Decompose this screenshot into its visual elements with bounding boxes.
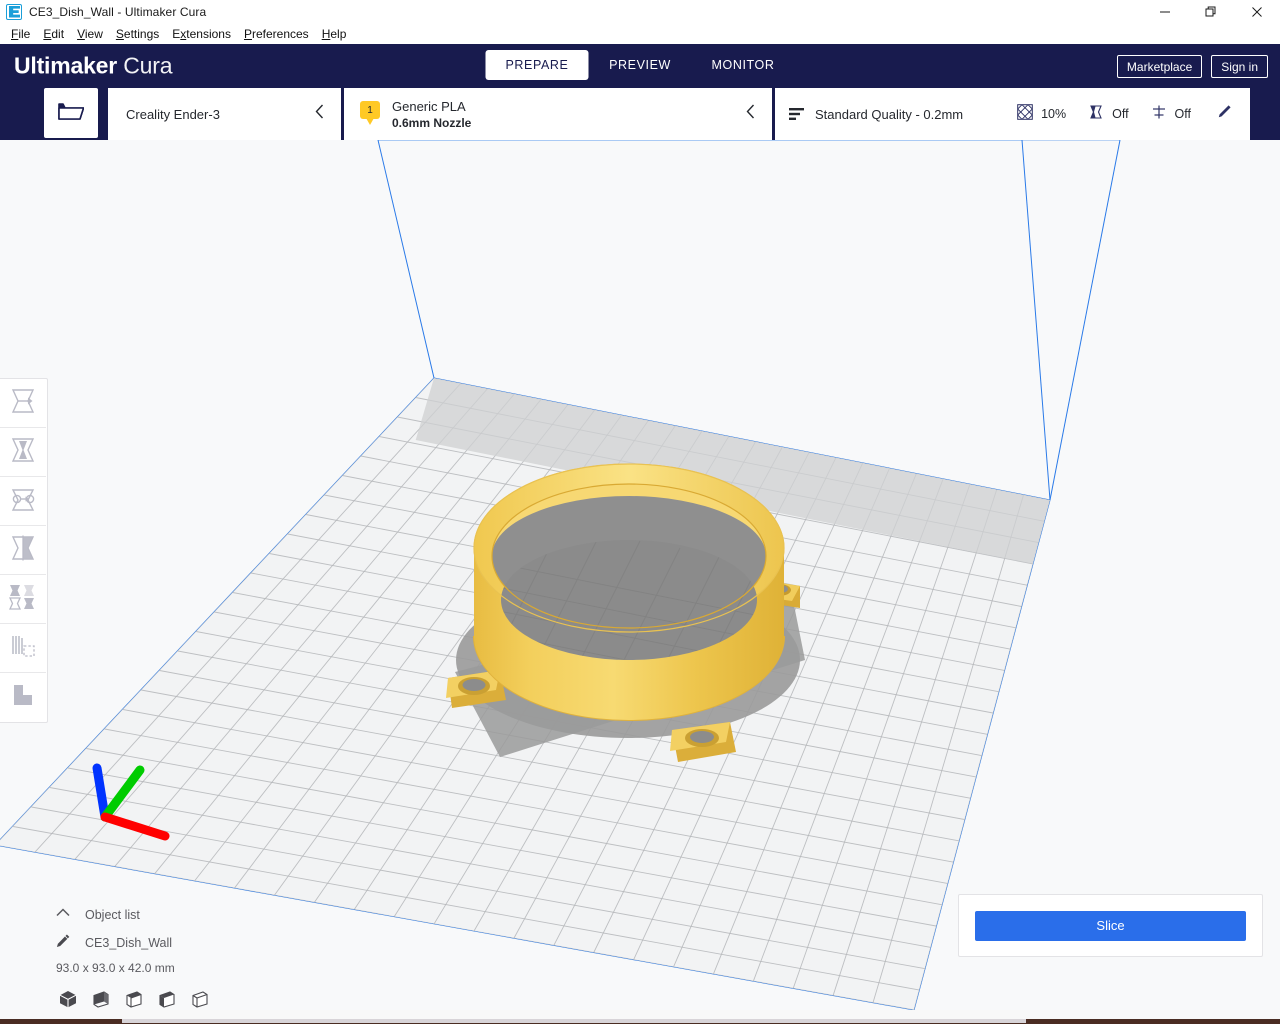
move-icon [9, 388, 37, 419]
stage-tabs: PREPARE PREVIEW MONITOR [485, 50, 795, 80]
brand-light: Cura [123, 52, 173, 79]
infill-stat[interactable]: 10% [1017, 103, 1067, 125]
header-actions: Marketplace Sign in [1116, 55, 1268, 78]
bottom-scrollbar[interactable] [122, 1019, 1026, 1023]
extruder-number: 1 [360, 101, 380, 119]
edit-settings-button[interactable] [1217, 104, 1232, 124]
custom-supports-tool[interactable] [0, 673, 46, 722]
menu-view[interactable]: View [71, 25, 110, 43]
move-tool[interactable] [0, 379, 46, 428]
scale-icon [9, 437, 37, 468]
slice-button[interactable]: Slice [975, 910, 1246, 941]
rotate-tool[interactable] [0, 477, 46, 526]
tab-preview[interactable]: PREVIEW [589, 50, 692, 80]
mirror-tool[interactable] [0, 526, 46, 575]
object-list-title: Object list [85, 908, 140, 922]
restore-icon[interactable] [1188, 0, 1234, 23]
tool-column [0, 378, 48, 723]
chevron-left-icon [315, 104, 325, 125]
close-icon[interactable] [1234, 0, 1280, 23]
bottom-bar [0, 1010, 1280, 1024]
rotate-icon [9, 486, 37, 517]
menu-settings[interactable]: Settings [110, 25, 166, 43]
open-file-button[interactable] [44, 88, 98, 138]
printer-name: Creality Ender-3 [126, 106, 220, 122]
per-model-settings-icon [8, 584, 38, 615]
minimize-icon[interactable] [1142, 0, 1188, 23]
print-settings-selector[interactable]: Standard Quality - 0.2mm 10% Off Off [775, 88, 1250, 140]
sign-in-button[interactable]: Sign in [1211, 55, 1268, 78]
layer-height-icon [789, 107, 805, 121]
3d-viewport[interactable] [0, 140, 1280, 1010]
menu-help[interactable]: Help [316, 25, 354, 43]
menu-bar: File Edit View Settings Extensions Prefe… [0, 23, 1280, 44]
support-value: Off [1112, 107, 1129, 121]
object-list-panel: Object list CE3_Dish_Wall 93.0 x 93.0 x … [55, 903, 355, 1014]
support-stat[interactable]: Off [1088, 104, 1129, 125]
object-name: CE3_Dish_Wall [85, 936, 173, 950]
brand-bold: Ultimaker [14, 52, 118, 79]
object-list-item[interactable]: CE3_Dish_Wall [55, 930, 355, 956]
per-model-settings-tool[interactable] [0, 575, 46, 624]
material-name: Generic PLA [392, 98, 466, 114]
window-controls [1142, 0, 1280, 23]
window-title: CE3_Dish_Wall - Ultimaker Cura [29, 4, 207, 19]
cura-window: CE3_Dish_Wall - Ultimaker Cura File Edit [0, 0, 1280, 1024]
menu-file[interactable]: File [5, 25, 37, 43]
tab-prepare[interactable]: PREPARE [485, 50, 589, 80]
material-selector[interactable]: 1 Generic PLA 0.6mm Nozzle [344, 88, 772, 140]
menu-edit[interactable]: Edit [37, 25, 71, 43]
app-header: Ultimaker Cura PREPARE PREVIEW MONITOR M… [0, 44, 1280, 88]
pencil-icon [55, 933, 71, 954]
quality-profile-name: Standard Quality - 0.2mm [815, 106, 964, 122]
marketplace-button[interactable]: Marketplace [1116, 55, 1203, 78]
app-brand: Ultimaker Cura [14, 53, 172, 80]
pencil-icon [1217, 104, 1232, 124]
extruder-badge: 1 [360, 101, 380, 127]
adhesion-stat[interactable]: Off [1151, 104, 1191, 125]
extruder-badge-tail [366, 118, 374, 125]
adhesion-value: Off [1174, 107, 1191, 121]
support-blocker-tool[interactable] [0, 624, 46, 673]
infill-icon [1017, 103, 1033, 125]
custom-supports-icon [9, 682, 37, 713]
object-list-header[interactable]: Object list [55, 903, 355, 927]
support-icon [1088, 104, 1104, 125]
menu-preferences[interactable]: Preferences [238, 25, 316, 43]
adhesion-icon [1151, 104, 1167, 125]
open-folder-icon [58, 100, 85, 127]
mirror-icon [9, 535, 37, 566]
nozzle-size: 0.6mm Nozzle [392, 115, 472, 130]
slice-panel: Slice [958, 894, 1263, 957]
support-blocker-icon [9, 633, 37, 664]
tab-monitor[interactable]: MONITOR [692, 50, 795, 80]
chevron-left-icon [746, 104, 756, 125]
menu-extensions[interactable]: Extensions [166, 25, 238, 43]
cura-logo-icon [6, 3, 22, 20]
quality-stats: 10% Off Off [995, 103, 1232, 125]
config-bar: Creality Ender-3 1 Generic PLA 0.6mm Noz… [0, 88, 1280, 140]
chevron-up-icon [55, 906, 71, 924]
infill-value: 10% [1041, 107, 1067, 121]
printer-selector[interactable]: Creality Ender-3 [108, 88, 341, 140]
object-dimensions: 93.0 x 93.0 x 42.0 mm [56, 961, 175, 975]
scale-tool[interactable] [0, 428, 46, 477]
title-bar: CE3_Dish_Wall - Ultimaker Cura [0, 0, 1280, 23]
